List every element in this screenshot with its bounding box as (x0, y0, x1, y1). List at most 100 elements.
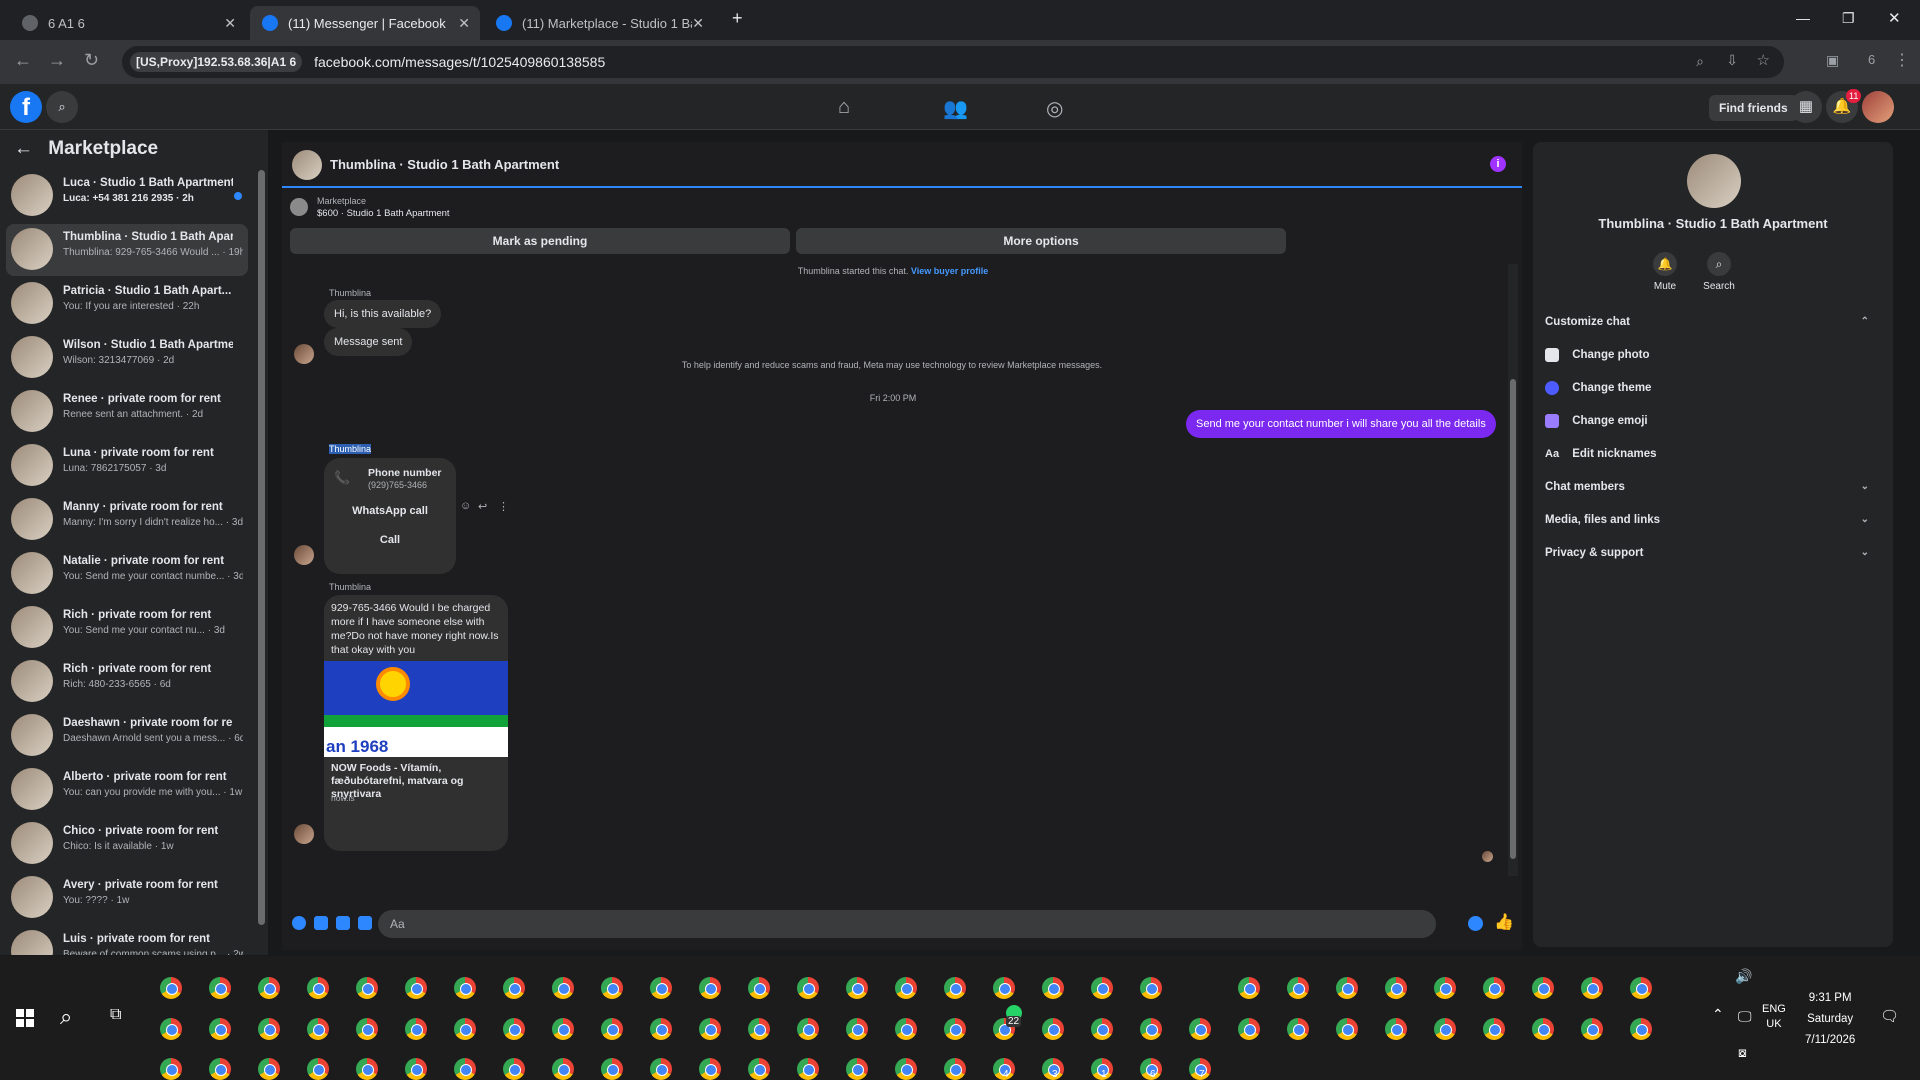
chrome-profile-icon[interactable] (699, 1058, 721, 1080)
find-friends-button[interactable]: Find friends (1709, 95, 1798, 121)
chrome-profile-icon[interactable] (1385, 977, 1407, 999)
message-bubble[interactable]: Hi, is this available? (324, 300, 442, 328)
chrome-profile-icon[interactable] (846, 1018, 868, 1040)
chrome-profile-icon[interactable] (846, 1058, 868, 1080)
chrome-profile-icon[interactable] (258, 1058, 280, 1080)
link-message-bubble[interactable]: 929-765-3466 Would I be charged more if … (324, 595, 508, 851)
forward-button[interactable]: → (48, 50, 66, 71)
outgoing-message-bubble[interactable]: Send me your contact number i will share… (1186, 410, 1496, 438)
chrome-profile-icon[interactable] (160, 977, 182, 999)
chrome-profile-icon[interactable] (1483, 1018, 1505, 1040)
view-profile-link[interactable]: View buyer profile (911, 266, 988, 276)
link-preview-image[interactable]: an 1968 (324, 661, 508, 757)
gif-icon[interactable] (358, 916, 372, 930)
chrome-profile-icon[interactable] (503, 1018, 525, 1040)
facebook-logo-icon[interactable]: f (10, 91, 42, 123)
more-options-button[interactable]: More options (796, 228, 1286, 254)
emoji-icon[interactable] (1468, 916, 1483, 931)
avatar[interactable] (292, 150, 322, 180)
list-item[interactable]: Thumblina · Studio 1 Bath Apar... Thumbli… (6, 224, 248, 276)
change-emoji-item[interactable]: Change emoji (1545, 409, 1881, 433)
sidebar-scrollbar[interactable] (258, 170, 265, 925)
chrome-profile-icon[interactable] (895, 977, 917, 999)
zoom-icon[interactable]: ⌕ (1696, 53, 1704, 70)
marketplace-listing[interactable]: Marketplace $600 · Studio 1 Bath Apartme… (282, 190, 1522, 226)
chrome-profile-icon[interactable] (1630, 977, 1652, 999)
chrome-profile-icon[interactable] (748, 1058, 770, 1080)
network-icon[interactable]: 🖵 (1738, 1008, 1752, 1025)
list-item[interactable]: Luis · private room for rent Beware of co… (6, 926, 248, 955)
chrome-profile-icon[interactable] (1238, 1018, 1260, 1040)
mark-pending-button[interactable]: Mark as pending (290, 228, 790, 254)
browser-tab-marketplace[interactable]: (11) Marketplace - Studio 1 Bath ✕ (484, 6, 714, 40)
chrome-profile-icon[interactable] (797, 1058, 819, 1080)
restore-button[interactable]: ❐ (1842, 10, 1855, 27)
minimize-button[interactable]: — (1796, 10, 1810, 26)
chrome-profile-icon[interactable] (1434, 977, 1456, 999)
chrome-profile-icon[interactable] (748, 977, 770, 999)
list-item[interactable]: Natalie · private room for rent You: Send… (6, 548, 248, 600)
chrome-profile-icon[interactable] (454, 1058, 476, 1080)
edit-nicknames-item[interactable]: Aa Edit nicknames (1545, 442, 1881, 466)
chrome-profile-icon[interactable] (1140, 977, 1162, 999)
tablet-icon[interactable]: ⧇ (1738, 1044, 1747, 1061)
chrome-profile-icon[interactable] (944, 1058, 966, 1080)
chrome-profile-icon[interactable] (1140, 1018, 1162, 1040)
chrome-profile-icon[interactable] (258, 977, 280, 999)
chrome-profile-icon[interactable] (356, 977, 378, 999)
chat-members-section[interactable]: Chat members ⌄ (1545, 475, 1881, 499)
list-item[interactable]: Renee · private room for rent Renee sent … (6, 386, 248, 438)
chrome-profile-icon[interactable] (356, 1018, 378, 1040)
chrome-profile-icon[interactable] (1532, 1018, 1554, 1040)
window-close-button[interactable]: ✕ (1888, 9, 1901, 27)
chevron-up-icon[interactable]: ⌃ (1712, 1006, 1724, 1023)
list-item[interactable]: Avery · private room for rent You: ???? ·… (6, 872, 248, 924)
chrome-profile-icon[interactable] (454, 977, 476, 999)
close-icon[interactable]: ✕ (458, 15, 470, 32)
chrome-profile-icon[interactable] (601, 977, 623, 999)
chrome-profile-icon[interactable] (1238, 977, 1260, 999)
list-item[interactable]: Luca · Studio 1 Bath Apartment Luca: +54 … (6, 170, 248, 222)
windows-start-icon[interactable] (16, 1009, 34, 1027)
avatar[interactable] (1862, 91, 1894, 123)
omnibox[interactable]: [US,Proxy]192.53.68.36|A1 6 facebook.com… (122, 46, 1784, 78)
chrome-profile-icon[interactable] (307, 1018, 329, 1040)
close-icon[interactable]: ✕ (224, 15, 236, 32)
chrome-profile-icon[interactable] (748, 1018, 770, 1040)
list-item[interactable]: Rich · private room for rent Rich: 480-23… (6, 656, 248, 708)
chrome-profile-icon[interactable] (552, 1018, 574, 1040)
task-view-icon[interactable]: ⧉ (110, 1006, 121, 1024)
chrome-profile-icon[interactable] (454, 1018, 476, 1040)
chrome-profile-icon[interactable] (895, 1058, 917, 1080)
back-button[interactable]: ← (14, 50, 32, 71)
url-text[interactable]: facebook.com/messages/t/1025409860138585 (314, 54, 605, 70)
chrome-profile-icon[interactable] (209, 977, 231, 999)
chrome-profile-icon[interactable] (699, 977, 721, 999)
chrome-profile-icon[interactable] (405, 1058, 427, 1080)
home-icon[interactable]: ⌂ (838, 96, 850, 119)
install-icon[interactable]: ⇩ (1726, 52, 1738, 69)
avatar[interactable] (1687, 154, 1741, 208)
chrome-profile-icon[interactable] (895, 1018, 917, 1040)
chrome-profile-icon[interactable] (405, 977, 427, 999)
scroll-thumb[interactable] (1510, 379, 1516, 859)
list-item[interactable]: Chico · private room for rent Chico: Is i… (6, 818, 248, 870)
bookmark-star-icon[interactable]: ☆ (1757, 51, 1770, 69)
language-indicator[interactable]: ENG UK (1762, 1002, 1786, 1032)
link-title[interactable]: NOW Foods - Vítamín, fæðubótarefni, matv… (331, 762, 503, 801)
whatsapp-call-button[interactable]: WhatsApp call (324, 505, 456, 517)
chrome-profile-icon[interactable] (1336, 977, 1358, 999)
groups-icon[interactable]: ◎ (1046, 96, 1063, 121)
proxy-badge[interactable]: [US,Proxy]192.53.68.36|A1 6 (130, 52, 303, 72)
list-item[interactable]: Rich · private room for rent You: Send me… (6, 602, 248, 654)
chat-scrollbar[interactable] (1508, 264, 1518, 876)
message-input[interactable]: Aa (378, 910, 1436, 938)
chrome-profile-icon[interactable] (552, 977, 574, 999)
browser-tab-messenger[interactable]: (11) Messenger | Facebook ✕ (250, 6, 480, 40)
photo-icon[interactable] (314, 916, 328, 930)
chrome-profile-icon[interactable] (1189, 1018, 1211, 1040)
volume-icon[interactable]: 🔊 (1735, 968, 1752, 985)
chrome-profile-icon[interactable] (1042, 977, 1064, 999)
react-emoji-icon[interactable]: ☺ (460, 500, 471, 512)
chrome-profile-icon[interactable] (1581, 977, 1603, 999)
